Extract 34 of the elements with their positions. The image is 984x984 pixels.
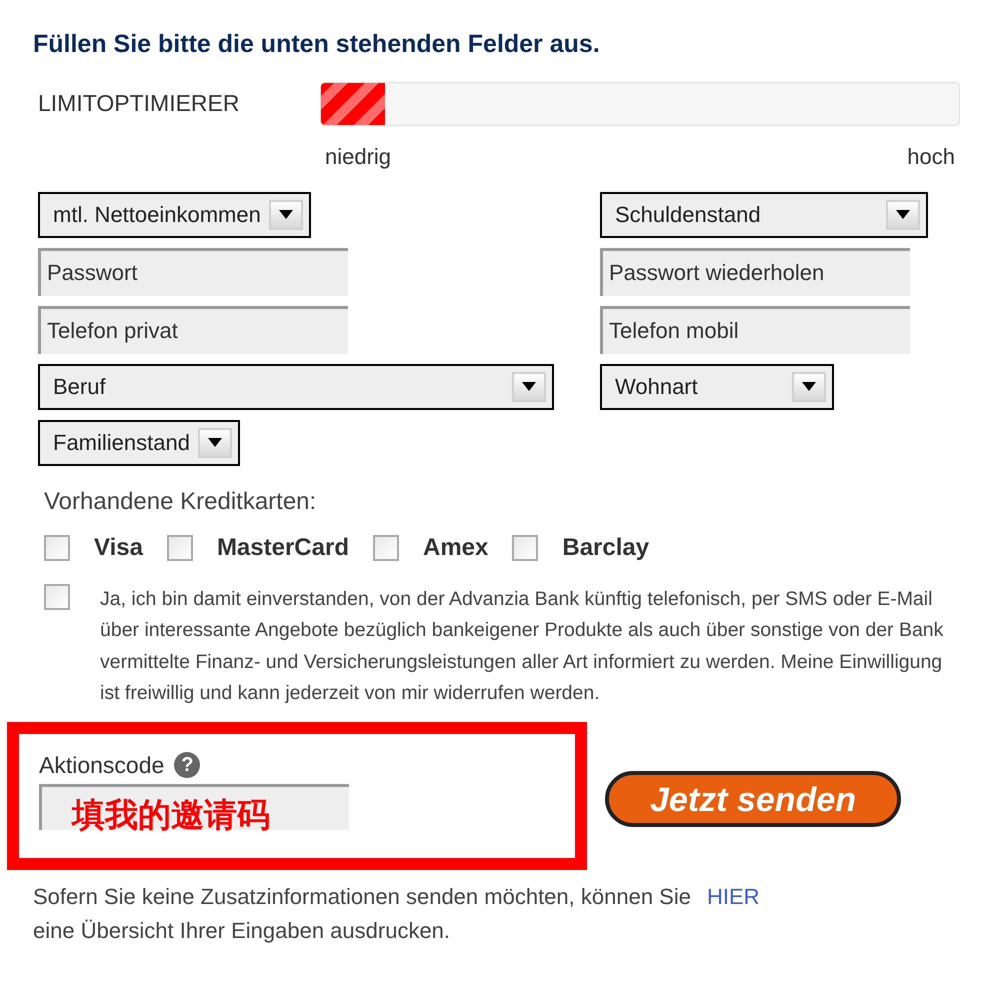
cards-label: Vorhandene Kreditkarten: (44, 486, 318, 516)
dropdown[interactable]: Familienstand (38, 420, 240, 466)
consent-text: Ja, ich bin damit einverstanden, von der Advanzia Bank künftig telefonisch, per SMS oder E-Mail über interessante Angebote bezüglich bankeigener Produkte als auch über sonstige von der Bank vermittelte Finanz- und Versicherungsleistungen aller Art informiert zu werden. Meine Einwilligung ist freiwillig und kann jederzeit von mir widerrufen werden. (100, 586, 944, 706)
dropdown-value: Beruf (53, 373, 107, 401)
print-link[interactable]: HIER (706, 880, 760, 914)
card-option-label: Visa (94, 532, 143, 562)
dropdown-value: Schuldenstand (615, 201, 762, 229)
dropdown[interactable]: Wohnart (600, 364, 834, 410)
dropdown[interactable]: mtl. Nettoeinkommen (38, 192, 311, 238)
footer-text: Sofern Sie keine Zusatzinformationen senden möchten, können Sie (33, 882, 691, 910)
card-option-label: Amex (422, 532, 488, 562)
checkbox[interactable] (44, 534, 70, 560)
input-field[interactable]: Telefon mobil (600, 306, 910, 354)
high-label: hoch (907, 142, 955, 170)
input-field[interactable]: Passwort (38, 248, 348, 296)
limit-label: LIMITOPTIMIERER (38, 89, 240, 118)
card-option-label: MasterCard (216, 532, 349, 562)
checkbox[interactable] (512, 534, 538, 560)
dropdown-value: Wohnart (615, 373, 699, 401)
card-option-label: Barclay (562, 532, 650, 562)
footer-text: eine Übersicht Ihrer Eingaben ausdrucken. (33, 918, 450, 942)
input-field[interactable]: Passwort wiederholen (600, 248, 910, 296)
form-heading: Füllen Sie bitte die unten stehenden Felder aus. (33, 29, 601, 60)
checkbox[interactable] (44, 584, 70, 610)
input-field[interactable]: Telefon privat (38, 306, 348, 354)
dropdown-value: mtl. Nettoeinkommen (53, 201, 261, 229)
help-icon[interactable]: ? (174, 752, 200, 778)
low-label: niedrig (325, 142, 392, 171)
checkbox[interactable] (166, 534, 193, 560)
dropdown[interactable]: Schuldenstand (600, 192, 928, 238)
dropdown-value: Familienstand (53, 429, 190, 457)
dropdown[interactable]: Beruf (38, 364, 554, 410)
promo-label: Aktionscode (39, 750, 164, 780)
checkbox[interactable] (372, 534, 399, 560)
